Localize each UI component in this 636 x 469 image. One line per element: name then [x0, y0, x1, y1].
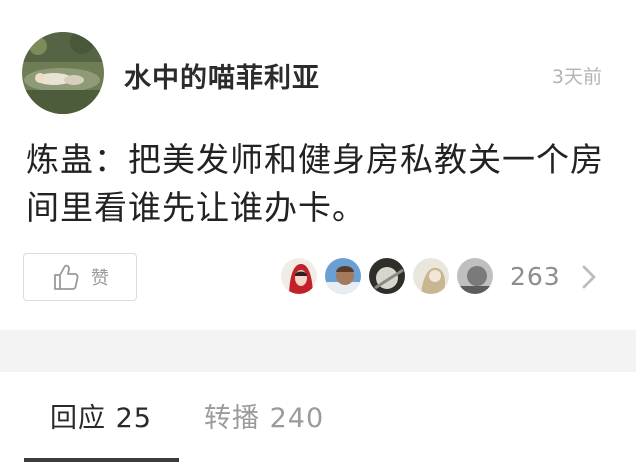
like-label: 赞	[91, 268, 109, 289]
chevron-right-icon[interactable]	[578, 264, 600, 290]
tab-reposts[interactable]: 转播 240	[204, 396, 324, 435]
post-timestamp: 3天前	[551, 66, 602, 88]
liker-avatar[interactable]	[455, 256, 495, 296]
section-separator	[0, 330, 636, 372]
like-button[interactable]: 赞	[23, 253, 137, 301]
author-name[interactable]: 水中的喵菲利亚	[124, 56, 320, 95]
like-count[interactable]: 263	[510, 262, 561, 291]
liker-avatar[interactable]	[367, 256, 407, 296]
post-card: 水中的喵菲利亚 3天前 炼蛊：把美发师和健身房私教关一个房间里看谁先让谁办卡。 …	[0, 0, 636, 330]
thumbs-up-icon	[54, 264, 79, 290]
liker-avatar[interactable]	[411, 256, 451, 296]
tab-replies[interactable]: 回应 25	[50, 396, 152, 435]
active-tab-indicator	[24, 458, 179, 462]
liker-avatar[interactable]	[323, 256, 363, 296]
author-avatar[interactable]	[22, 32, 104, 114]
liker-avatar[interactable]	[279, 256, 319, 296]
post-content: 炼蛊：把美发师和健身房私教关一个房间里看谁先让谁办卡。	[26, 140, 604, 227]
tab-bar: 回应 25 转播 240	[0, 372, 636, 469]
